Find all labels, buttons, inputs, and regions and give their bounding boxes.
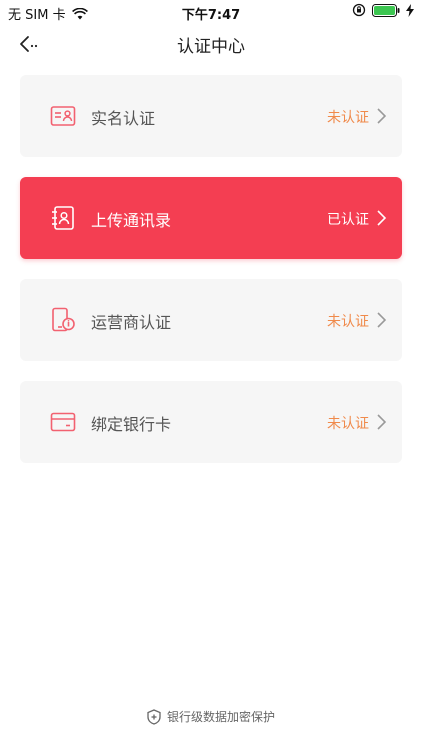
shield-icon [147, 708, 161, 725]
orientation-lock-icon [352, 3, 366, 17]
card-carrier-auth[interactable]: 运营商认证 未认证 [20, 279, 402, 361]
status-badge: 未认证 [327, 110, 369, 126]
contacts-book-icon [52, 206, 74, 230]
card-bind-bank-card[interactable]: 绑定银行卡 未认证 [20, 381, 402, 463]
bank-card-icon [50, 412, 76, 432]
card-upload-contacts[interactable]: 上传通讯录 已认证 [20, 177, 402, 259]
card-label: 绑定银行卡 [91, 415, 172, 434]
footer-security-note: 银行级数据加密保护 [0, 708, 422, 725]
card-real-name-auth[interactable]: 实名认证 未认证 [20, 75, 402, 157]
status-badge: 未认证 [327, 314, 369, 330]
status-bar: 无 SIM 卡 下午7:47 [0, 0, 422, 24]
page-title: 认证中心 [177, 37, 245, 57]
card-label: 上传通讯录 [91, 211, 172, 230]
charging-icon [406, 3, 414, 17]
chevron-right-icon [377, 108, 387, 124]
chevron-right-icon [377, 312, 387, 328]
nav-bar: 认证中心 [0, 24, 422, 64]
chevron-right-icon [377, 414, 387, 430]
footer-text: 银行级数据加密保护 [166, 710, 275, 724]
card-label: 运营商认证 [91, 313, 172, 332]
status-right [352, 3, 414, 17]
id-card-icon [50, 106, 76, 126]
chevron-right-icon [377, 210, 387, 226]
status-badge: 未认证 [327, 416, 369, 432]
card-label: 实名认证 [91, 109, 156, 128]
battery-icon [372, 3, 400, 17]
phone-lock-icon [52, 307, 75, 332]
status-badge: 已认证 [327, 212, 369, 228]
